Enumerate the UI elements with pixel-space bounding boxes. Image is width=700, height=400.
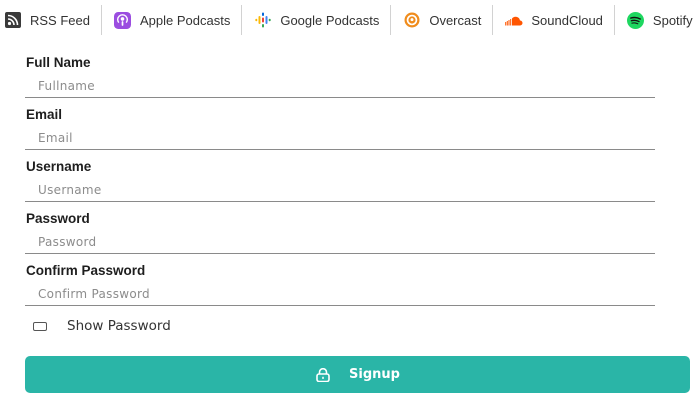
signup-label: Signup (349, 367, 400, 382)
platform-google-podcasts[interactable]: Google Podcasts (241, 5, 390, 35)
confirm-password-field-group: Confirm Password (25, 260, 657, 312)
full-name-input[interactable] (25, 75, 655, 98)
rss-icon (4, 11, 22, 29)
show-password-label: Show Password (67, 318, 171, 334)
platform-label: Spotify (652, 12, 693, 28)
platform-label: Overcast (429, 12, 482, 28)
show-password-toggle[interactable]: Show Password (33, 318, 171, 334)
username-input[interactable] (25, 179, 655, 202)
platform-spotify[interactable]: Spotify (613, 5, 700, 35)
full-name-field-group: Full Name (25, 52, 657, 104)
platform-apple-podcasts[interactable]: Apple Podcasts (100, 5, 241, 35)
password-input[interactable] (25, 231, 655, 254)
email-field-group: Email (25, 104, 657, 156)
platform-rss-feed[interactable]: RSS Feed (0, 5, 101, 35)
username-label: Username (26, 159, 92, 174)
password-label: Password (26, 211, 90, 226)
platform-label: Apple Podcasts (139, 12, 231, 28)
show-password-checkbox[interactable] (33, 321, 47, 331)
google-podcasts-icon (254, 11, 272, 29)
platform-label: SoundCloud (531, 12, 603, 28)
email-label: Email (26, 107, 63, 122)
apple-podcasts-icon (114, 11, 132, 29)
username-field-group: Username (25, 156, 657, 208)
signup-button[interactable]: Signup (25, 356, 690, 393)
spotify-icon (627, 11, 645, 29)
platform-overcast[interactable]: Overcast (390, 5, 492, 35)
full-name-label: Full Name (26, 55, 91, 70)
platform-soundcloud[interactable]: SoundCloud (492, 5, 614, 35)
confirm-password-label: Confirm Password (26, 263, 146, 278)
password-field-group: Password (25, 208, 657, 260)
podcast-platforms-bar: RSS Feed Apple Podcasts Google Podcasts … (0, 5, 700, 35)
signup-form: Full Name Email Username Password Confir… (25, 52, 657, 312)
soundcloud-icon (505, 11, 523, 29)
email-input[interactable] (25, 127, 655, 150)
confirm-password-input[interactable] (25, 283, 655, 306)
overcast-icon (403, 11, 421, 29)
lock-icon (315, 367, 331, 382)
platform-label: RSS Feed (30, 12, 90, 28)
platform-label: Google Podcasts (280, 12, 380, 28)
